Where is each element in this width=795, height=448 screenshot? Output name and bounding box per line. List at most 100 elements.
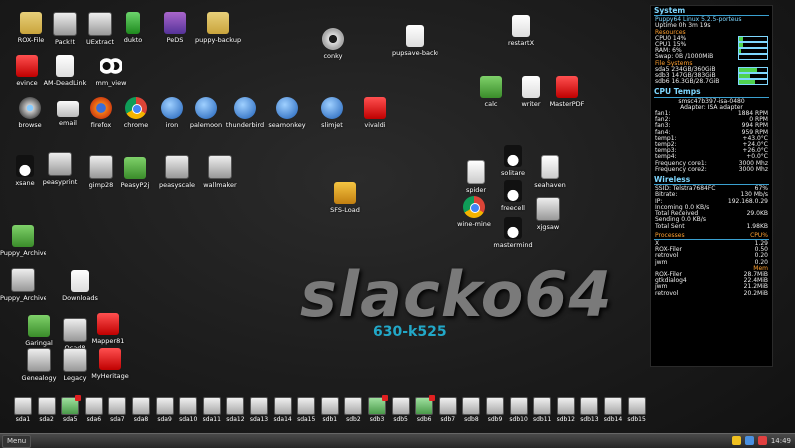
desktop-icon-label: mm_view <box>95 79 127 87</box>
conky-row: Frequency core2: 3000 Mhz <box>651 165 772 173</box>
desktop-icon[interactable]: pupsave-backup <box>392 25 438 57</box>
drive-icon-sdb2[interactable]: sdb2 <box>342 397 364 423</box>
unmount-icon[interactable] <box>75 395 82 401</box>
distro-title: slacko64 <box>300 258 613 331</box>
link-icon <box>56 55 74 77</box>
seamonkey-icon <box>276 97 298 119</box>
drive-icon-sdb7[interactable]: sdb7 <box>437 397 459 423</box>
drive-icon-sda12[interactable]: sda12 <box>224 397 246 423</box>
desktop-icon[interactable]: Mapper81 <box>85 313 131 345</box>
drive-icon-sdb10[interactable]: sdb10 <box>508 397 530 423</box>
unmount-icon[interactable] <box>382 395 388 401</box>
drive-icon-sda14[interactable]: sda14 <box>272 397 294 423</box>
drive-label: sdb6 <box>416 416 432 423</box>
drive-icon-sdb1[interactable]: sdb1 <box>319 397 341 423</box>
drive-icon-sdb8[interactable]: sdb8 <box>460 397 482 423</box>
desktop-icon[interactable]: dukto <box>110 12 156 44</box>
conky-label: sdb6 16.3GB/28.7GiB <box>655 78 720 86</box>
desktop-icon[interactable]: Puppy_Archive <box>0 268 46 302</box>
jigsaw-icon <box>536 197 560 221</box>
drive-icon-sda15[interactable]: sda15 <box>295 397 317 423</box>
desktop-icon[interactable]: Downloads <box>57 270 103 302</box>
drive-label: sda12 <box>226 416 245 423</box>
drive-label: sdb13 <box>580 416 599 423</box>
desktop-icon[interactable]: PeasyP2j <box>112 157 158 189</box>
desktop-icon[interactable]: Puppy_Archive <box>0 225 46 257</box>
menu-button[interactable]: Menu <box>2 435 32 448</box>
desktop-icon-label: peasyprint <box>42 178 78 186</box>
desktop-icon[interactable]: conky <box>310 28 356 60</box>
desktop-icon[interactable]: thunderbird <box>222 97 268 129</box>
shield-icon[interactable] <box>757 436 767 445</box>
hard-drive-icon <box>37 397 56 415</box>
clock[interactable]: 14:49 <box>771 437 791 445</box>
drive-icon-sdb3[interactable]: sdb3 <box>366 395 388 423</box>
spreadsheet-icon <box>480 76 502 98</box>
drive-icon-sdb9[interactable]: sdb9 <box>484 397 506 423</box>
mapper-icon <box>97 313 119 335</box>
drive-icon-sda2[interactable]: sda2 <box>36 397 58 423</box>
drive-icon-sdb14[interactable]: sdb14 <box>602 397 624 423</box>
genealogy-icon <box>27 348 51 372</box>
desktop-icon[interactable]: PeDS <box>152 12 198 44</box>
desktop-icon[interactable]: wallmaker <box>197 155 243 189</box>
drive-label: sdb11 <box>532 416 552 423</box>
drive-icon-sda9[interactable]: sda9 <box>154 397 176 423</box>
usage-bar <box>738 48 768 55</box>
distro-version: 630-k525 <box>373 324 447 340</box>
conky-value: 1.98KB <box>746 222 768 230</box>
desktop-icon-label: SFS-Load <box>330 206 360 214</box>
hard-drive-icon <box>415 395 436 415</box>
desktop-icon[interactable]: peasyscale <box>154 155 200 189</box>
hard-drive-icon <box>273 397 292 415</box>
desktop-icon[interactable]: vivaldi <box>352 97 398 129</box>
drive-icon-sda10[interactable]: sda10 <box>177 397 199 423</box>
mastermind-icon <box>504 217 522 239</box>
drive-icon-sda13[interactable]: sda13 <box>248 397 270 423</box>
desktop-icon[interactable]: MyHeritage <box>87 348 133 380</box>
processes-header: Processes <box>655 231 685 239</box>
myheritage-icon <box>99 348 121 370</box>
conky-label: Total Sent <box>655 222 685 230</box>
pdf-icon <box>556 76 578 98</box>
drive-icon-sda5[interactable]: sda5 <box>59 395 82 423</box>
hard-drive-icon <box>14 397 32 415</box>
drive-icon-sdb15[interactable]: sdb15 <box>626 397 648 423</box>
drive-icon-sdb13[interactable]: sdb13 <box>578 397 600 423</box>
drive-icon-sdb12[interactable]: sdb12 <box>555 397 577 423</box>
hard-drive-icon <box>604 397 622 415</box>
downloads-icon <box>71 270 89 292</box>
puppy-icon <box>11 268 35 292</box>
desktop-icon[interactable]: seamonkey <box>264 97 310 129</box>
desktop-icon[interactable]: mastermind <box>490 217 536 249</box>
hard-drive-icon <box>344 397 363 415</box>
conky-label: retrovol <box>655 289 679 297</box>
desktop-icon[interactable]: peasyprint <box>37 152 83 186</box>
browse-icon <box>19 97 41 119</box>
drive-icon-sda7[interactable]: sda7 <box>106 397 128 423</box>
drive-label: sda14 <box>273 416 292 423</box>
volume-icon[interactable] <box>744 436 754 445</box>
drive-icon-sda11[interactable]: sda11 <box>201 397 223 423</box>
drive-icon-sda1[interactable]: sda1 <box>12 397 34 423</box>
drive-icon-sda6[interactable]: sda6 <box>83 397 105 423</box>
desktop-icon[interactable]: SFS-Load <box>322 182 368 214</box>
drive-icon-sdb5[interactable]: sdb5 <box>390 397 412 423</box>
writer-icon <box>522 76 540 98</box>
desktop-icon[interactable]: restartX <box>498 15 544 47</box>
unmount-icon[interactable] <box>429 395 436 401</box>
conky-value: 3000 Mhz <box>738 165 768 173</box>
drive-icon-sdb11[interactable]: sdb11 <box>531 397 553 423</box>
network-icon[interactable] <box>731 436 741 445</box>
usage-bar <box>738 73 768 80</box>
desktop-icon[interactable]: puppy-backup <box>195 12 241 44</box>
desktop-icon[interactable]: MasterPDF <box>544 76 590 108</box>
desktop-icon[interactable]: slimjet <box>309 97 355 129</box>
desktop-icon-label: MasterPDF <box>549 100 585 108</box>
desktop-icon[interactable]: AM-DeadLink <box>42 55 88 87</box>
drive-label: sdb14 <box>603 416 623 423</box>
scanner-icon <box>16 155 34 177</box>
desktop-icon[interactable]: mm_view <box>88 55 134 87</box>
drive-icon-sda8[interactable]: sda8 <box>130 397 152 423</box>
drive-icon-sdb6[interactable]: sdb6 <box>413 395 436 423</box>
